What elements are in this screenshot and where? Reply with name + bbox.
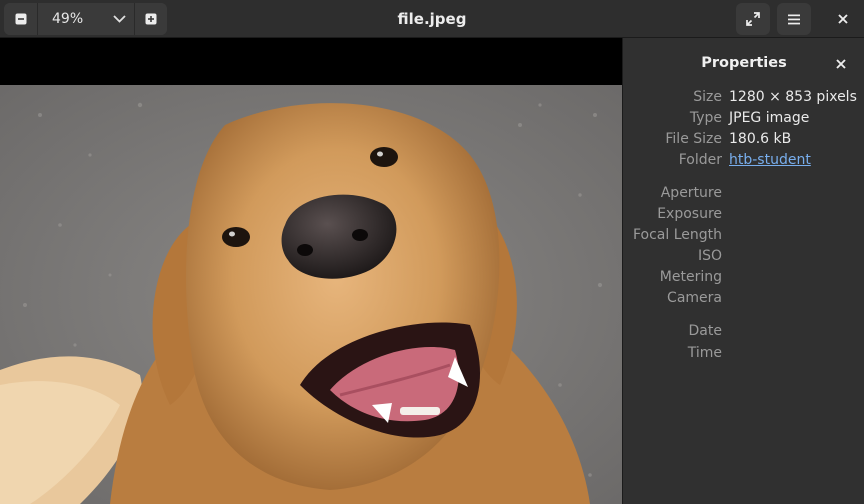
prop-row-date: Date xyxy=(623,323,864,343)
prop-label-aperture: Aperture xyxy=(660,185,722,201)
prop-label-folder: Folder xyxy=(678,152,722,168)
prop-value-type: JPEG image xyxy=(729,110,810,126)
close-icon xyxy=(838,14,848,24)
zoom-level-value: 49% xyxy=(52,11,84,27)
prop-row-time: Time xyxy=(623,345,864,365)
prop-row-file-size: File Size 180.6 kB xyxy=(623,131,864,151)
prop-row-type: Type JPEG image xyxy=(623,110,864,130)
zoom-level-dropdown[interactable]: 49% xyxy=(37,3,134,35)
prop-label-exposure: Exposure xyxy=(657,206,722,222)
fullscreen-button[interactable] xyxy=(736,3,770,35)
minus-square-icon xyxy=(15,13,26,25)
header-bar: 49% file.jpeg xyxy=(0,0,864,38)
prop-row-metering: Metering xyxy=(623,269,864,289)
zoom-out-button[interactable] xyxy=(4,3,37,35)
zoom-in-button[interactable] xyxy=(134,3,167,35)
prop-row-camera: Camera xyxy=(623,290,864,310)
prop-label-iso: ISO xyxy=(697,248,722,264)
prop-row-size: Size 1280 × 853 pixels xyxy=(623,89,864,109)
prop-row-folder: Folder htb-student xyxy=(623,152,864,172)
plus-square-icon xyxy=(145,13,157,25)
fullscreen-icon xyxy=(746,12,760,26)
dog-photo xyxy=(0,85,622,504)
prop-label-time: Time xyxy=(687,345,722,361)
image-canvas[interactable] xyxy=(0,38,622,504)
window-close-button[interactable] xyxy=(826,3,860,35)
prop-row-exposure: Exposure xyxy=(623,206,864,226)
folder-link[interactable]: htb-student xyxy=(729,152,811,168)
close-icon xyxy=(836,59,846,69)
prop-row-iso: ISO xyxy=(623,248,864,268)
prop-row-aperture: Aperture xyxy=(623,185,864,205)
properties-title: Properties xyxy=(701,55,787,71)
prop-label-file-size: File Size xyxy=(665,131,722,147)
main-menu-button[interactable] xyxy=(777,3,811,35)
prop-label-camera: Camera xyxy=(667,290,722,306)
properties-close-button[interactable] xyxy=(833,56,849,72)
hamburger-menu-icon xyxy=(788,14,800,24)
prop-label-metering: Metering xyxy=(659,269,722,285)
prop-value-size: 1280 × 853 pixels xyxy=(729,89,857,105)
prop-label-date: Date xyxy=(688,323,722,339)
prop-label-focal-length: Focal Length xyxy=(632,227,722,243)
prop-label-type: Type xyxy=(689,110,722,126)
image-viewer-window: 49% file.jpeg Properties Size 1280 × 853… xyxy=(0,0,864,504)
prop-value-file-size: 180.6 kB xyxy=(729,131,792,147)
prop-row-focal-length: Focal Length xyxy=(623,227,864,247)
zoom-controls: 49% xyxy=(4,3,167,35)
chevron-down-icon xyxy=(113,15,126,23)
prop-label-size: Size xyxy=(693,89,722,105)
properties-panel: Properties Size 1280 × 853 pixels Type J… xyxy=(622,38,864,504)
